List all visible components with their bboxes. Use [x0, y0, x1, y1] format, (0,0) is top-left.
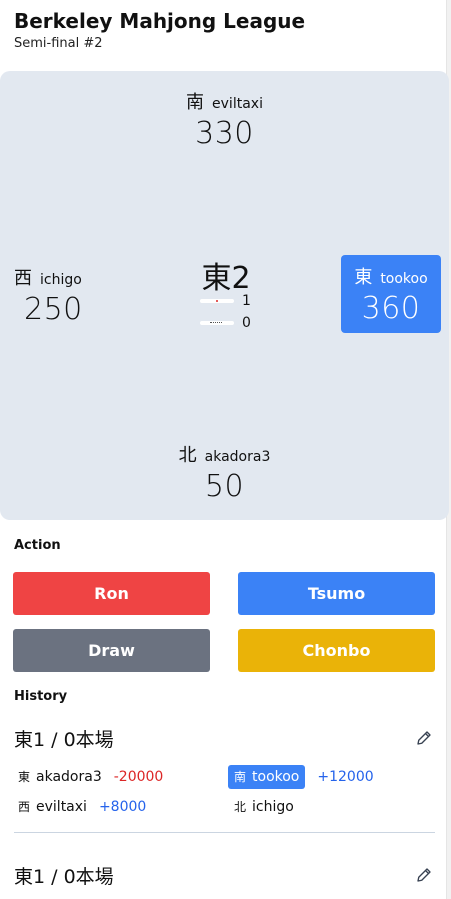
honba-stick-icon	[200, 321, 234, 325]
history-row: 西 eviltaxi +8000	[18, 798, 146, 815]
player-score: 330	[195, 116, 254, 151]
seat-west[interactable]: 西 ichigo 250	[14, 264, 114, 327]
seat-wind: 南	[186, 92, 205, 113]
row-player: tookoo	[252, 769, 300, 785]
row-delta: +12000	[317, 769, 374, 785]
divider	[14, 832, 435, 833]
page-header: Berkeley Mahjong League Semi-final #2	[14, 8, 305, 51]
player-name: akadora3	[204, 449, 271, 465]
tsumo-button[interactable]: Tsumo	[238, 572, 435, 615]
seat-north[interactable]: 北 akadora3 50	[0, 441, 449, 504]
history-label: History	[14, 689, 68, 704]
draw-button[interactable]: Draw	[13, 629, 210, 672]
mahjong-table: 南 eviltaxi 330 西 ichigo 250 東 tookoo 360 北a…	[0, 71, 449, 520]
row-wind: 南	[234, 770, 247, 784]
history-row: 東 akadora3 -20000	[18, 768, 163, 785]
history-entry-title: 東1 / 0本場	[14, 866, 114, 888]
honba-count: 0	[242, 315, 251, 331]
player-score: 360	[361, 291, 421, 326]
player-name: ichigo	[40, 272, 82, 288]
player-name: tookoo	[380, 271, 428, 287]
player-name: eviltaxi	[212, 96, 263, 112]
seat-wind: 北	[178, 445, 197, 466]
page-subtitle: Semi-final #2	[14, 36, 103, 51]
player-score: 250	[24, 292, 83, 327]
riichi-stick-counter: 1	[200, 293, 251, 309]
seat-wind: 西	[14, 268, 32, 289]
row-delta: +8000	[98, 799, 147, 815]
history-entry: 東1 / 0本場	[14, 862, 435, 892]
row-player: eviltaxi	[36, 799, 87, 815]
seat-south[interactable]: 南 eviltaxi 330	[0, 88, 449, 151]
chonbo-button[interactable]: Chonbo	[238, 629, 435, 672]
action-label: Action	[14, 538, 61, 553]
edit-icon[interactable]	[415, 729, 433, 747]
dealer-pill: 南 tookoo	[228, 765, 306, 789]
riichi-count: 1	[242, 293, 251, 309]
edit-icon[interactable]	[415, 866, 433, 884]
ron-button[interactable]: Ron	[13, 572, 210, 615]
history-entry-title: 東1 / 0本場	[14, 729, 114, 751]
row-wind: 北	[234, 800, 247, 814]
row-wind: 東	[18, 770, 31, 784]
history-entry: 東1 / 0本場 東 akadora3 -20000 南 tookoo +12000 西…	[14, 725, 435, 825]
seat-east-dealer[interactable]: 東 tookoo 360	[341, 255, 441, 333]
round-indicator: 東2	[201, 261, 251, 296]
player-score: 50	[204, 469, 245, 504]
riichi-stick-icon	[200, 299, 234, 303]
seat-wind: 東	[354, 267, 373, 288]
honba-stick-counter: 0	[200, 315, 251, 331]
page-title: Berkeley Mahjong League	[14, 9, 306, 33]
row-player: akadora3	[36, 769, 102, 785]
history-row: 北 ichigo	[234, 798, 306, 815]
row-delta: -20000	[113, 769, 164, 785]
history-row-dealer: 南 tookoo +12000	[228, 765, 374, 789]
row-player: ichigo	[252, 799, 294, 815]
row-wind: 西	[18, 800, 31, 814]
